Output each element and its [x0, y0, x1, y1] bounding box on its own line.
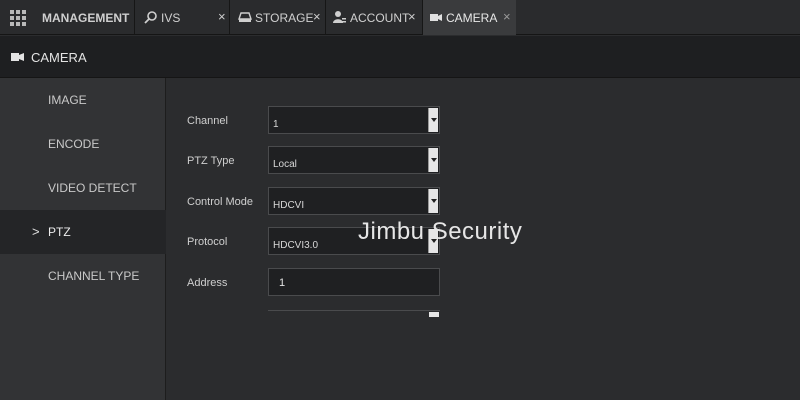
channel-value: 1: [273, 119, 279, 130]
control-mode-select[interactable]: HDCVI: [268, 187, 440, 215]
sidebar-item-encode[interactable]: ENCODE: [0, 122, 166, 166]
dropdown-arrow-icon[interactable]: [428, 108, 438, 132]
sidebar-item-channel-type[interactable]: CHANNEL TYPE: [0, 254, 166, 298]
dropdown-arrow-icon[interactable]: [428, 148, 438, 172]
sidebar-item-label: CHANNEL TYPE: [48, 269, 140, 283]
tab-ivs-label: IVS: [161, 11, 181, 25]
sidebar-item-video-detect[interactable]: VIDEO DETECT: [0, 166, 166, 210]
watermark: Jimbu Security: [358, 218, 523, 245]
tab-account[interactable]: ACCOUNT ×: [325, 0, 422, 35]
ivs-icon: [144, 11, 157, 24]
control-mode-label: Control Mode: [187, 196, 254, 208]
ptz-type-label: PTZ Type: [187, 155, 235, 167]
sidebar-item-label: PTZ: [48, 225, 71, 239]
management-label: MANAGEMENT: [42, 11, 130, 25]
tab-account-close-icon[interactable]: ×: [408, 9, 416, 24]
partial-field[interactable]: [268, 310, 440, 317]
sidebar-item-label: VIDEO DETECT: [48, 181, 137, 195]
tab-camera-label: CAMERA: [446, 11, 498, 25]
dropdown-arrow-icon[interactable]: [428, 189, 438, 213]
page-header: CAMERA: [0, 36, 800, 78]
tab-camera[interactable]: CAMERA ×: [422, 0, 516, 35]
tab-ivs-close-icon[interactable]: ×: [218, 9, 226, 24]
tab-storage[interactable]: STORAGE ×: [229, 0, 325, 35]
tab-storage-label: STORAGE: [255, 11, 314, 25]
sidebar: IMAGE ENCODE VIDEO DETECT > PTZ CHANNEL …: [0, 78, 166, 400]
sidebar-item-image[interactable]: IMAGE: [0, 78, 166, 122]
ptz-type-value: Local: [273, 159, 297, 170]
address-input[interactable]: 1: [268, 268, 440, 296]
top-tab-bar: MANAGEMENT IVS × STORAGE × ACCOUNT × CAM…: [0, 0, 800, 35]
tab-storage-close-icon[interactable]: ×: [313, 9, 321, 24]
protocol-value: HDCVI3.0: [273, 240, 319, 251]
page-title: CAMERA: [31, 50, 87, 65]
management-menu[interactable]: MANAGEMENT: [0, 0, 134, 35]
grid-menu-icon: [10, 10, 26, 26]
control-mode-value: HDCVI: [273, 200, 305, 211]
channel-select[interactable]: 1: [268, 106, 440, 134]
camera-icon: [430, 14, 442, 21]
channel-label: Channel: [187, 115, 228, 127]
account-icon: [333, 11, 346, 23]
camera-icon: [11, 53, 24, 61]
tab-camera-close-icon[interactable]: ×: [503, 9, 511, 24]
sidebar-item-label: IMAGE: [48, 93, 87, 107]
ptz-type-select[interactable]: Local: [268, 146, 440, 174]
storage-icon: [238, 12, 252, 22]
dropdown-arrow-icon[interactable]: [429, 312, 439, 317]
address-value: 1: [279, 277, 286, 289]
sidebar-item-label: ENCODE: [48, 137, 100, 151]
chevron-right-icon: >: [32, 224, 40, 239]
sidebar-item-ptz[interactable]: > PTZ: [0, 210, 166, 254]
tab-account-label: ACCOUNT: [350, 11, 410, 25]
protocol-label: Protocol: [187, 236, 228, 248]
address-label: Address: [187, 277, 228, 289]
tab-ivs[interactable]: IVS ×: [134, 0, 229, 35]
